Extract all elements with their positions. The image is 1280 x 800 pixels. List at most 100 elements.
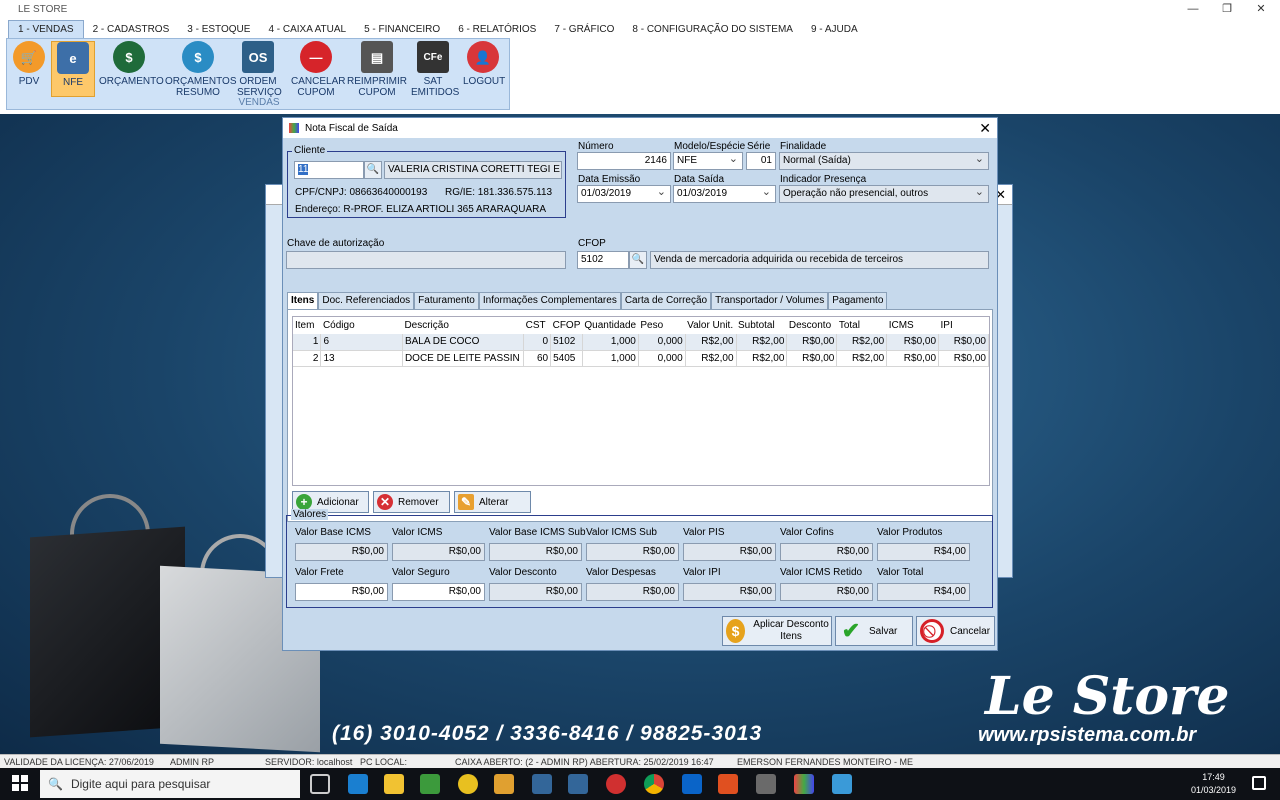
col-desconto[interactable]: Desconto [787,317,837,334]
valor-icms-retido-label: Valor ICMS Retido [780,567,863,578]
taskbar-app-icon[interactable] [420,774,440,794]
notification-icon[interactable] [1252,776,1266,790]
logout-button[interactable]: 👤 LOGOUT [463,41,505,97]
checkmark-icon: ✔ [841,618,861,643]
cliente-code-field[interactable]: 11 [294,161,364,179]
col-valor-unit[interactable]: Valor Unit. [685,317,736,334]
tab-faturamento[interactable]: Faturamento [414,292,479,309]
windows-start-icon[interactable] [12,775,28,791]
serie-label: Série [747,141,771,152]
taskbar-app6-icon[interactable] [832,774,852,794]
task-view-icon[interactable] [310,774,330,794]
col-peso[interactable]: Peso [638,317,685,334]
tab-doc-referenciados[interactable]: Doc. Referenciados [318,292,415,309]
dx-icon[interactable] [606,774,626,794]
col-quantidade[interactable]: Quantidade [582,317,638,334]
col-cfop[interactable]: CFOP [551,317,583,334]
data-saida-field[interactable]: 01/03/2019 [673,185,776,203]
data-emissao-label: Data Emissão [578,174,641,185]
tab-cadastros[interactable]: 2 - CADASTROS [84,21,179,38]
serie-field[interactable]: 01 [746,152,776,170]
windows-taskbar: 🔍 Digite aqui para pesquisar 17:49 01/03… [0,768,1280,800]
col-cst[interactable]: CST [524,317,551,334]
col-codigo[interactable]: Código [321,317,403,334]
data-emissao-field[interactable]: 01/03/2019 [577,185,671,203]
salvar-button[interactable]: ✔ Salvar [835,616,913,646]
cliente-endereco: Endereço: R-PROF. ELIZA ARTIOLI 365 ARAR… [295,204,547,215]
tab-relatorios[interactable]: 6 - RELATÓRIOS [449,21,545,38]
finalidade-select[interactable]: Normal (Saída) [779,152,989,170]
tab-itens[interactable]: Itens [287,292,319,310]
reimprimir-cupom-button[interactable]: ▤ REIMPRIMIR CUPOM [347,41,407,98]
tab-carta-correcao[interactable]: Carta de Correção [620,292,712,309]
maximize-button[interactable]: ❐ [1210,0,1244,18]
cell-peso: 0,000 [638,334,686,351]
tab-estoque[interactable]: 3 - ESTOQUE [178,21,259,38]
outlook-icon[interactable] [682,774,702,794]
tab-configuracao[interactable]: 8 - CONFIGURAÇÃO DO SISTEMA [623,21,802,38]
indicador-presenca-select[interactable]: Operação não presencial, outros [779,185,989,203]
remover-button[interactable]: ✕ Remover [373,491,450,513]
lestore-app-icon[interactable] [794,774,814,794]
orcamentos-resumo-button[interactable]: $ ORÇAMENTOS RESUMO [165,41,237,98]
col-item[interactable]: Item [293,317,321,334]
taskbar-app3-icon[interactable] [494,774,514,794]
col-ipi[interactable]: IPI [939,317,989,334]
tab-financeiro[interactable]: 5 - FINANCEIRO [355,21,449,38]
valor-frete-field[interactable]: R$0,00 [295,583,388,601]
alterar-label: Alterar [479,496,509,508]
chave-field[interactable] [286,251,566,269]
chave-label: Chave de autorização [287,238,385,249]
aplicar-desconto-button[interactable]: $ Aplicar Desconto Itens [722,616,832,646]
table-row[interactable]: 1 6 BALA DE COCO 0 5102 1,000 0,000 R$2,… [293,334,989,351]
valor-cofins-field: R$0,00 [780,543,873,561]
database2-icon[interactable] [568,774,588,794]
valor-desconto-field: R$0,00 [489,583,582,601]
itens-table: Item Código Descrição CST CFOP Quantidad… [293,317,989,367]
orcamento-button[interactable]: $ ORÇAMENTO [99,41,164,97]
cancelar-button[interactable]: ⃠ Cancelar [916,616,995,646]
chrome-icon[interactable] [644,774,664,794]
tab-grafico[interactable]: 7 - GRÁFICO [545,21,623,38]
sat-emitidos-button[interactable]: CFe SAT EMITIDOS [411,41,459,98]
cfop-search-icon[interactable]: 🔍 [629,251,647,269]
taskbar-app4-icon[interactable] [718,774,738,794]
cfop-code-field[interactable]: 5102 [577,251,629,269]
nfe-button[interactable]: e NFE [51,41,95,97]
minimize-button[interactable]: — [1176,0,1210,18]
tab-transportador-volumes[interactable]: Transportador / Volumes [711,292,829,309]
col-icms[interactable]: ICMS [887,317,939,334]
itens-grid[interactable]: Item Código Descrição CST CFOP Quantidad… [292,316,990,486]
tab-caixa-atual[interactable]: 4 - CAIXA ATUAL [259,21,355,38]
numero-field[interactable]: 2146 [577,152,671,170]
tab-ajuda[interactable]: 9 - AJUDA [802,21,867,38]
money-icon: $ [113,41,145,73]
col-descricao[interactable]: Descrição [402,317,523,334]
cliente-search-icon[interactable]: 🔍 [364,161,382,179]
cancelar-cupom-button[interactable]: — CANCELAR CUPOM [291,41,345,98]
col-subtotal[interactable]: Subtotal [736,317,787,334]
order-icon: OS [242,41,274,73]
valor-base-icms-sub-label: Valor Base ICMS Sub [489,527,586,538]
file-explorer-icon[interactable] [384,774,404,794]
close-app-button[interactable]: ✕ [1244,0,1278,18]
table-row[interactable]: 2 13 DOCE DE LEITE PASSIN 60 5405 1,000 … [293,350,989,367]
teamviewer-icon[interactable] [348,774,368,794]
valor-seguro-field[interactable]: R$0,00 [392,583,485,601]
tab-informacoes-complementares[interactable]: Informações Complementares [478,292,621,309]
taskbar-app5-icon[interactable] [756,774,776,794]
valor-ipi-label: Valor IPI [683,567,721,578]
alterar-button[interactable]: ✎ Alterar [454,491,531,513]
ordem-servico-button[interactable]: OS ORDEM SERVIÇO [237,41,282,98]
dialog-close-button[interactable]: ✕ [979,120,991,137]
col-total[interactable]: Total [837,317,887,334]
cell-valor-unit: R$2,00 [685,334,737,351]
taskbar-app2-icon[interactable] [458,774,478,794]
modelo-select[interactable]: NFE [673,152,743,170]
taskbar-search-box[interactable]: 🔍 Digite aqui para pesquisar [40,770,300,798]
tab-pagamento[interactable]: Pagamento [828,292,888,309]
database-icon[interactable] [532,774,552,794]
taskbar-clock[interactable]: 17:49 01/03/2019 [1191,771,1236,797]
pdv-button[interactable]: 🛒 PDV [11,41,47,97]
tab-vendas[interactable]: 1 - VENDAS [8,20,84,38]
